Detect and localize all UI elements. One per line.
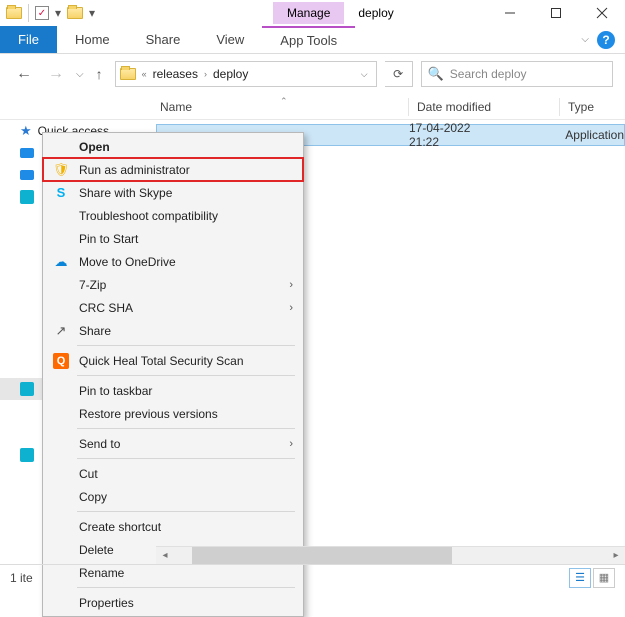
refresh-button[interactable]: ⟳ [385, 61, 413, 87]
menu-item-open[interactable]: Open [43, 135, 303, 158]
help-icon[interactable]: ? [597, 31, 615, 49]
view-large-icons-button[interactable]: ▦ [593, 568, 615, 588]
folder-icon [120, 68, 136, 80]
qat-customize-icon[interactable]: ▾ [87, 6, 97, 20]
menu-item-share-with-skype[interactable]: SShare with Skype [43, 181, 303, 204]
file-type: Application [565, 128, 624, 142]
menu-item-pin-to-taskbar[interactable]: Pin to taskbar [43, 379, 303, 402]
new-folder-qat-button[interactable] [67, 7, 83, 19]
tab-share[interactable]: Share [128, 26, 199, 53]
menu-item-run-as-administrator[interactable]: 🛡Run as administrator [43, 158, 303, 181]
menu-item-share[interactable]: ↗Share [43, 319, 303, 342]
chevron-right-icon: › [289, 279, 293, 291]
menu-item-troubleshoot[interactable]: Troubleshoot compatibility [43, 204, 303, 227]
status-item-count: 1 ite [10, 571, 33, 585]
close-button[interactable] [579, 0, 625, 26]
menu-item-copy[interactable]: Copy [43, 485, 303, 508]
pc-icon [20, 190, 34, 204]
sort-indicator-icon: ⌃ [280, 96, 288, 107]
separator [77, 345, 295, 346]
star-icon: ★ [20, 123, 32, 139]
column-date-modified[interactable]: Date modified [409, 100, 559, 114]
separator [77, 375, 295, 376]
context-menu: Open 🛡Run as administrator SShare with S… [42, 132, 304, 617]
menu-item-restore-previous-versions[interactable]: Restore previous versions [43, 402, 303, 425]
quickheal-icon: Q [51, 353, 71, 369]
search-icon: 🔍 [428, 66, 444, 82]
minimize-button[interactable] [487, 0, 533, 26]
skype-icon: S [51, 185, 71, 201]
drive-icon [20, 382, 34, 396]
properties-qat-button[interactable]: ✓ [35, 6, 49, 20]
back-button[interactable]: ← [12, 65, 36, 83]
window-controls [487, 0, 625, 26]
menu-item-pin-to-start[interactable]: Pin to Start [43, 227, 303, 250]
column-type[interactable]: Type [560, 100, 625, 114]
status-bar: 1 ite ☰ ▦ [0, 564, 625, 590]
network-icon [20, 448, 34, 462]
menu-item-7zip[interactable]: 7-Zip› [43, 273, 303, 296]
search-input[interactable]: 🔍 Search deploy [421, 61, 613, 87]
separator [77, 458, 295, 459]
menu-item-cut[interactable]: Cut [43, 462, 303, 485]
onedrive-icon [20, 148, 34, 158]
chevron-right-icon: › [289, 302, 293, 314]
folder-icon[interactable] [6, 7, 22, 19]
quick-access-toolbar: ✓ ▾ ▾ [0, 4, 103, 22]
onedrive-icon [20, 170, 34, 180]
menu-item-move-to-onedrive[interactable]: ☁Move to OneDrive [43, 250, 303, 273]
chevron-right-icon[interactable]: › [204, 69, 207, 79]
chevron-right-icon: › [289, 438, 293, 450]
tab-home[interactable]: Home [57, 26, 128, 53]
title-bar: ✓ ▾ ▾ Manage deploy [0, 0, 625, 26]
scrollbar-thumb[interactable] [192, 547, 452, 564]
chevron-right-icon[interactable]: « [142, 69, 147, 79]
address-dropdown-icon[interactable]: ⌵ [357, 69, 372, 80]
separator [28, 4, 29, 22]
navigation-row: ← → ⌵ ↑ « releases › deploy ⌵ ⟳ 🔍 Search… [0, 54, 625, 94]
forward-button[interactable]: → [44, 65, 68, 83]
up-button[interactable]: ↑ [92, 66, 107, 82]
shield-icon: 🛡 [51, 162, 71, 178]
share-icon: ↗ [51, 323, 71, 339]
separator [77, 428, 295, 429]
menu-item-crc-sha[interactable]: CRC SHA› [43, 296, 303, 319]
breadcrumb[interactable]: releases [149, 67, 202, 81]
cloud-icon: ☁ [51, 254, 71, 270]
contextual-tab-manage[interactable]: Manage [273, 2, 344, 24]
tab-app-tools[interactable]: App Tools [262, 26, 355, 53]
address-bar[interactable]: « releases › deploy ⌵ [115, 61, 377, 87]
scroll-right-button[interactable]: ▸ [607, 547, 625, 564]
menu-item-create-shortcut[interactable]: Create shortcut [43, 515, 303, 538]
file-date-modified: 17-04-2022 21:22 [409, 121, 503, 149]
view-details-button[interactable]: ☰ [569, 568, 591, 588]
menu-item-send-to[interactable]: Send to› [43, 432, 303, 455]
column-headers: Name ⌃ Date modified Type [0, 94, 625, 120]
search-placeholder: Search deploy [450, 67, 527, 81]
menu-item-properties[interactable]: Properties [43, 591, 303, 614]
tab-file[interactable]: File [0, 26, 57, 53]
separator [77, 511, 295, 512]
maximize-button[interactable] [533, 0, 579, 26]
ribbon: File Home Share View App Tools ⌵ ? [0, 26, 625, 54]
history-dropdown-icon[interactable]: ⌵ [76, 69, 84, 80]
breadcrumb[interactable]: deploy [209, 67, 252, 81]
qat-dropdown-icon[interactable]: ▾ [53, 6, 63, 20]
expand-ribbon-icon[interactable]: ⌵ [581, 34, 589, 45]
window-title: deploy [344, 2, 407, 24]
menu-item-quick-heal-scan[interactable]: QQuick Heal Total Security Scan [43, 349, 303, 372]
tab-view[interactable]: View [198, 26, 262, 53]
horizontal-scrollbar[interactable]: ◂ ▸ [156, 546, 625, 564]
scroll-left-button[interactable]: ◂ [156, 547, 174, 564]
